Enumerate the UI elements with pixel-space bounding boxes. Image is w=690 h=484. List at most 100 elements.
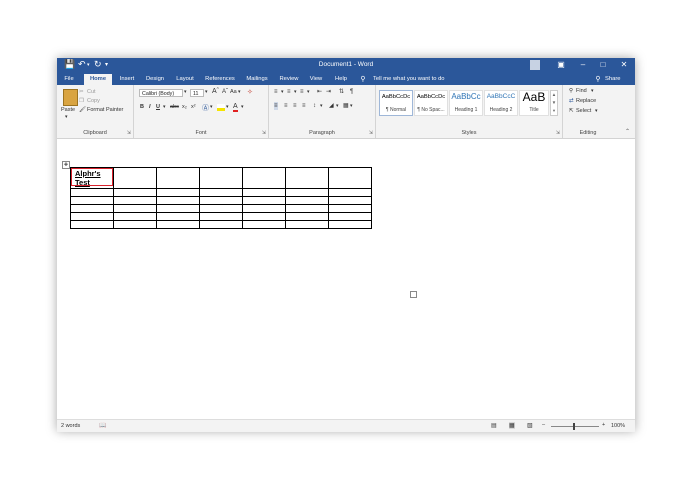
- subscript-icon[interactable]: x₂: [182, 104, 187, 110]
- style-heading-2[interactable]: AaBbCcC Heading 2: [484, 90, 518, 116]
- tab-review[interactable]: Review: [277, 74, 301, 85]
- table-cell[interactable]: [199, 204, 243, 213]
- table-cell[interactable]: [70, 220, 114, 229]
- table-cell[interactable]: [156, 167, 200, 189]
- zoom-in-icon[interactable]: +: [602, 422, 605, 428]
- table-cell[interactable]: [285, 167, 329, 189]
- table-cell[interactable]: [242, 204, 286, 213]
- document-area[interactable]: ✚ Alphr's Test: [57, 139, 635, 419]
- paragraph-launcher-icon[interactable]: ⇲: [369, 130, 373, 136]
- maximize-button[interactable]: □: [592, 58, 614, 72]
- table-cell[interactable]: [113, 204, 157, 213]
- table-cell[interactable]: [70, 196, 114, 205]
- account-avatar[interactable]: [530, 60, 540, 70]
- paste-dropdown-icon[interactable]: ▾: [65, 114, 68, 120]
- highlight-color-icon[interactable]: [217, 104, 225, 111]
- clipboard-launcher-icon[interactable]: ⇲: [127, 130, 131, 136]
- change-case-dropdown-icon[interactable]: ▾: [238, 89, 241, 95]
- table-cell[interactable]: [113, 196, 157, 205]
- select-button[interactable]: Select: [576, 108, 591, 114]
- table-cell[interactable]: [199, 188, 243, 197]
- table-cell[interactable]: [156, 212, 200, 221]
- table-cell[interactable]: [113, 212, 157, 221]
- font-color-icon[interactable]: A: [233, 103, 238, 112]
- align-left-icon[interactable]: ≡: [274, 102, 278, 110]
- table-cell[interactable]: [328, 204, 372, 213]
- ribbon-display-options-icon[interactable]: ▣: [550, 58, 572, 72]
- styles-scroll-down-icon[interactable]: ▼: [551, 99, 557, 107]
- zoom-level[interactable]: 100%: [611, 423, 625, 429]
- bold-icon[interactable]: B: [140, 104, 144, 110]
- table-cell[interactable]: [199, 220, 243, 229]
- numbering-dropdown-icon[interactable]: ▾: [294, 88, 297, 96]
- style-no-spacing[interactable]: AaBbCcDc ¶ No Spac...: [414, 90, 448, 116]
- font-name-dropdown-icon[interactable]: ▾: [184, 89, 187, 95]
- paste-icon[interactable]: [63, 89, 78, 106]
- tab-design[interactable]: Design: [143, 74, 167, 85]
- underline-icon[interactable]: U: [156, 104, 160, 110]
- table-cell[interactable]: [328, 196, 372, 205]
- table-cell[interactable]: [285, 220, 329, 229]
- table-cell[interactable]: [113, 188, 157, 197]
- tab-references[interactable]: References: [203, 74, 237, 85]
- table-cell[interactable]: [70, 212, 114, 221]
- table-cell[interactable]: [285, 188, 329, 197]
- tab-insert[interactable]: Insert: [116, 74, 138, 85]
- table-cell[interactable]: [156, 220, 200, 229]
- find-icon[interactable]: ⚲: [569, 88, 573, 94]
- tell-me-search[interactable]: Tell me what you want to do: [373, 74, 463, 85]
- font-size-dropdown-icon[interactable]: ▾: [205, 89, 208, 95]
- show-formatting-icon[interactable]: ¶: [350, 88, 353, 96]
- multilevel-dropdown-icon[interactable]: ▾: [307, 88, 310, 96]
- table-resize-handle[interactable]: [410, 291, 417, 298]
- borders-dropdown-icon[interactable]: ▾: [350, 102, 353, 110]
- replace-button[interactable]: Replace: [576, 98, 596, 104]
- table-cell[interactable]: [113, 220, 157, 229]
- format-painter-icon[interactable]: 🖌: [79, 107, 86, 113]
- text-effects-dropdown-icon[interactable]: ▾: [210, 104, 213, 110]
- strikethrough-icon[interactable]: abc: [170, 104, 179, 110]
- styles-more-icon[interactable]: ▾: [551, 107, 557, 115]
- tab-home[interactable]: Home: [84, 74, 112, 85]
- table-cell[interactable]: [328, 188, 372, 197]
- borders-icon[interactable]: ▦: [343, 102, 349, 110]
- cut-icon[interactable]: ✂: [79, 89, 84, 95]
- font-name-combo[interactable]: Calibri (Body): [139, 89, 183, 97]
- collapse-ribbon-icon[interactable]: ⌃: [625, 128, 630, 135]
- replace-icon[interactable]: ⇄: [569, 98, 574, 104]
- format-painter-button[interactable]: Format Painter: [87, 107, 123, 113]
- table-cell[interactable]: Alphr's Test: [70, 167, 114, 189]
- tab-help[interactable]: Help: [332, 74, 350, 85]
- table-cell[interactable]: [70, 204, 114, 213]
- styles-launcher-icon[interactable]: ⇲: [556, 130, 560, 136]
- select-icon[interactable]: ⇱: [569, 108, 574, 114]
- zoom-slider[interactable]: [551, 426, 599, 427]
- underline-dropdown-icon[interactable]: ▾: [163, 104, 166, 110]
- superscript-icon[interactable]: x²: [191, 104, 196, 110]
- line-spacing-icon[interactable]: ↕: [313, 102, 316, 110]
- italic-icon[interactable]: I: [149, 104, 151, 110]
- table-cell[interactable]: [156, 204, 200, 213]
- table-cell[interactable]: [285, 196, 329, 205]
- print-layout-icon[interactable]: ▦: [509, 422, 515, 429]
- bullets-dropdown-icon[interactable]: ▾: [281, 88, 284, 96]
- find-button[interactable]: Find: [576, 88, 587, 94]
- font-color-dropdown-icon[interactable]: ▾: [241, 104, 244, 110]
- table-cell[interactable]: [156, 196, 200, 205]
- font-launcher-icon[interactable]: ⇲: [262, 130, 266, 136]
- shading-icon[interactable]: ◢: [329, 102, 334, 110]
- zoom-out-icon[interactable]: –: [542, 422, 545, 428]
- document-table[interactable]: Alphr's Test: [70, 167, 372, 229]
- minimize-button[interactable]: –: [572, 58, 594, 72]
- style-normal[interactable]: AaBbCcDc ¶ Normal: [379, 90, 413, 116]
- table-cell[interactable]: [242, 220, 286, 229]
- proofing-icon[interactable]: 📖: [99, 422, 106, 429]
- highlight-dropdown-icon[interactable]: ▾: [226, 104, 229, 110]
- table-cell[interactable]: [328, 220, 372, 229]
- copy-button[interactable]: Copy: [87, 98, 100, 104]
- copy-icon[interactable]: ❐: [79, 98, 84, 104]
- table-cell[interactable]: [285, 204, 329, 213]
- tab-mailings[interactable]: Mailings: [243, 74, 271, 85]
- text-effects-icon[interactable]: Ⓐ: [202, 103, 209, 113]
- table-cell[interactable]: [285, 212, 329, 221]
